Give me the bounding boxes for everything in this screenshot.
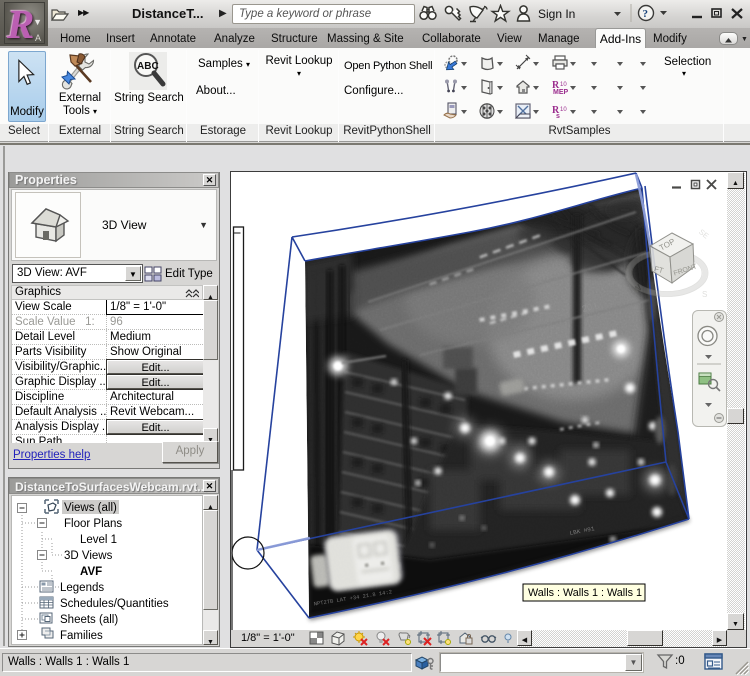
svg-text:Schedules/Quantities: Schedules/Quantities [60, 598, 169, 610]
svg-text:Walls : Walls 1 : Walls 1: Walls : Walls 1 : Walls 1 [528, 587, 642, 599]
svg-text:Floor Plans: Floor Plans [64, 518, 122, 530]
svg-text:SE: SE [697, 227, 710, 240]
svg-text:10: 10 [560, 82, 567, 88]
svg-text:Views (all): Views (all) [64, 502, 117, 514]
svg-text:Families: Families [60, 630, 103, 642]
svg-text:s: s [556, 113, 560, 120]
svg-text:Sign In: Sign In [538, 7, 575, 21]
svg-text:?: ? [643, 8, 649, 20]
svg-text:Legends: Legends [60, 582, 104, 594]
svg-text:AVF: AVF [80, 566, 102, 578]
svg-text:10: 10 [560, 107, 567, 113]
svg-text:Sheets (all): Sheets (all) [60, 614, 118, 626]
svg-text:3D Views: 3D Views [64, 550, 113, 562]
svg-text:MEP: MEP [553, 89, 569, 96]
svg-text:S: S [702, 290, 707, 299]
svg-text:ABC: ABC [137, 61, 159, 72]
svg-text:Level 1: Level 1 [80, 534, 117, 546]
